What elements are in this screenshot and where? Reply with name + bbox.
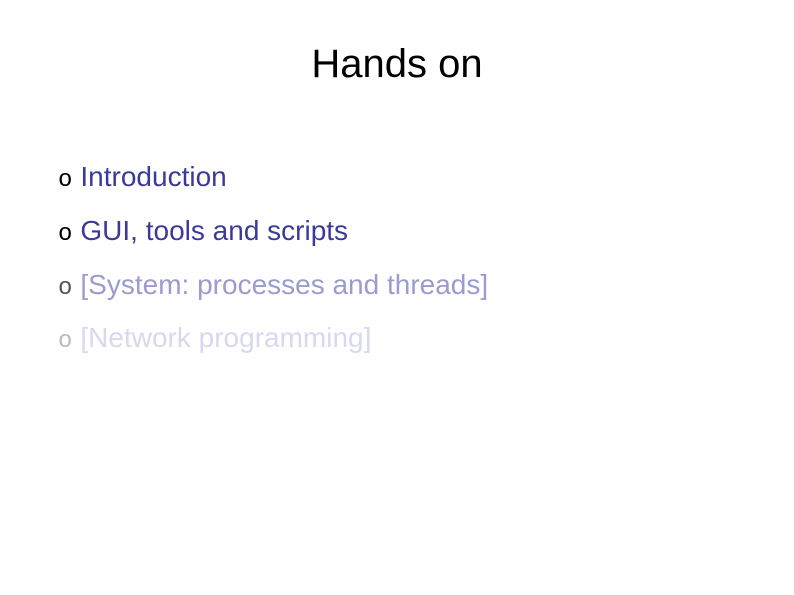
bullet-list: o Introduction o GUI, tools and scripts … <box>58 160 718 375</box>
bullet-icon: o <box>58 167 72 196</box>
list-item-label: [Network programming] <box>80 321 371 355</box>
slide-title: Hands on <box>0 42 794 87</box>
list-item-label: GUI, tools and scripts <box>80 214 348 248</box>
list-item: o [System: processes and threads] <box>58 268 718 304</box>
bullet-icon: o <box>58 275 72 304</box>
slide: Hands on o Introduction o GUI, tools and… <box>0 0 794 595</box>
bullet-icon: o <box>58 328 72 357</box>
list-item-label: Introduction <box>80 160 226 194</box>
list-item: o GUI, tools and scripts <box>58 214 718 250</box>
list-item: o [Network programming] <box>58 321 718 357</box>
bullet-icon: o <box>58 221 72 250</box>
list-item-label: [System: processes and threads] <box>80 268 488 302</box>
list-item: o Introduction <box>58 160 718 196</box>
